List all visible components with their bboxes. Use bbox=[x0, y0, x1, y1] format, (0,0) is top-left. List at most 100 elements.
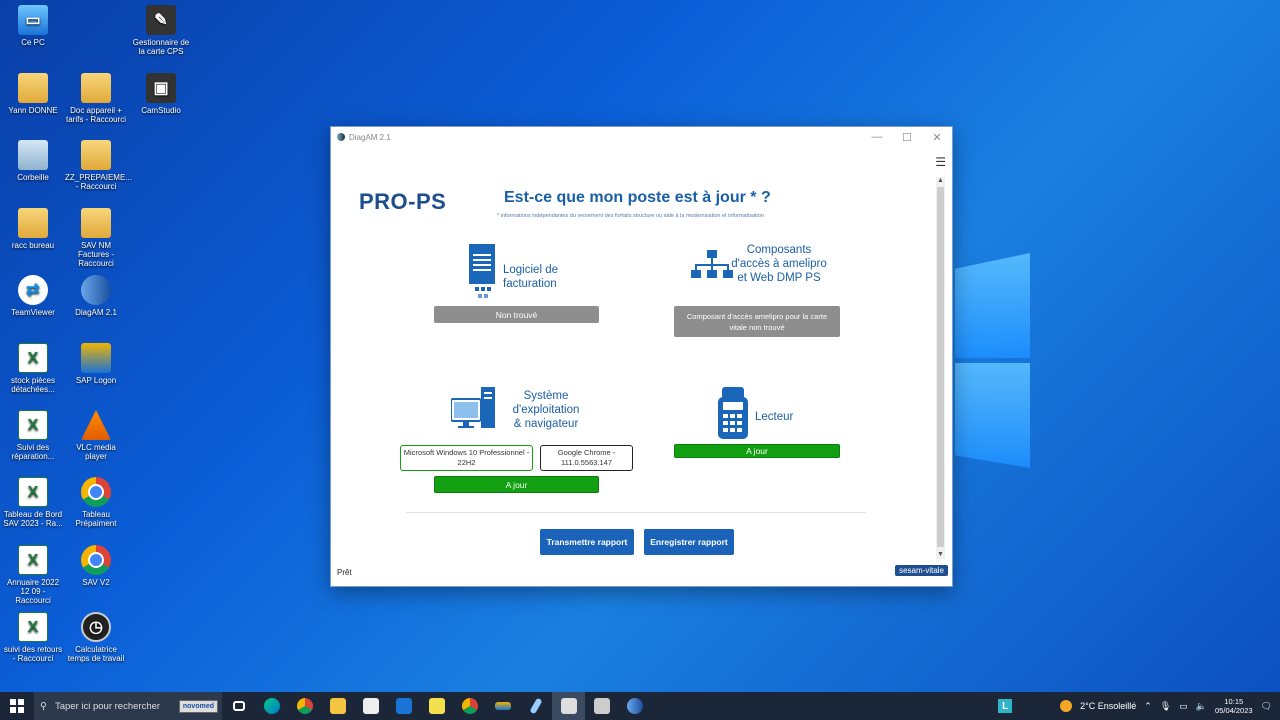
windows-start-icon bbox=[10, 699, 24, 713]
vertical-scrollbar[interactable]: ▲ ▼ bbox=[936, 177, 945, 559]
desktop-icon-suivi-retours[interactable]: Xsuivi des retours - Raccourci bbox=[2, 612, 64, 663]
clock[interactable]: 10:15 05/04/2023 bbox=[1215, 697, 1253, 715]
network-icon[interactable]: ▭ bbox=[1179, 701, 1188, 712]
diagam-icon bbox=[81, 275, 111, 305]
desktop-icon-sav-v2[interactable]: SAV V2 bbox=[65, 545, 127, 587]
title-bar[interactable]: DiagAM 2.1 — ☐ ✕ bbox=[331, 127, 952, 147]
mail-icon[interactable] bbox=[387, 692, 420, 720]
chrome-taskbar-icon[interactable] bbox=[288, 692, 321, 720]
components-status-badge: Composant d'accès amelipro pour la carte… bbox=[674, 306, 840, 337]
diagam-taskbar-icon[interactable] bbox=[618, 692, 651, 720]
desktop-icon-suivi[interactable]: X Suivi des réparation... bbox=[2, 410, 64, 461]
search-icon: ⚲ bbox=[40, 700, 47, 712]
desktop-icon-user[interactable]: Yann DONNE bbox=[2, 73, 64, 115]
billing-software-icon bbox=[469, 244, 495, 298]
weather-text[interactable]: 2°C Ensoleillé bbox=[1080, 701, 1136, 711]
system-status-badge: A jour bbox=[434, 476, 599, 493]
scroll-thumb[interactable] bbox=[937, 187, 944, 547]
desktop-icon-vlc[interactable]: VLC media player bbox=[65, 410, 127, 461]
desktop-icon-annuaire[interactable]: X Annuaire 2022 12 09 - Raccourci bbox=[2, 545, 64, 605]
pc-icon: ▭ bbox=[18, 5, 48, 35]
microphone-icon[interactable]: 🎙 bbox=[1160, 701, 1171, 712]
windows-wallpaper-logo bbox=[955, 253, 1030, 468]
novomed-button[interactable]: novomed bbox=[178, 699, 218, 713]
weather-sun-icon bbox=[1060, 700, 1073, 712]
pro-ps-logo: PRO-PS bbox=[359, 189, 447, 214]
desktop-icon-cps[interactable]: ✎ Gestionnaire de la carte CPS bbox=[130, 5, 192, 56]
card-reader-icon bbox=[718, 387, 748, 439]
chrome-taskbar-icon-2[interactable] bbox=[453, 692, 486, 720]
sap-taskbar-icon[interactable] bbox=[486, 692, 519, 720]
sap-icon bbox=[81, 343, 111, 373]
desktop-icon-teamviewer[interactable]: ⇄ TeamViewer bbox=[2, 275, 64, 317]
save-report-button[interactable]: Enregistrer rapport bbox=[644, 529, 734, 555]
calculator-icon[interactable] bbox=[585, 692, 618, 720]
excel-icon: X bbox=[18, 410, 48, 440]
desktop-icon-stock[interactable]: Xstock pièces détachées... bbox=[2, 343, 64, 394]
desktop-icon-racc[interactable]: racc bureau bbox=[2, 208, 64, 250]
taskbar-search[interactable]: ⚲ Taper ici pour rechercher novomed bbox=[34, 692, 222, 720]
os-info-box: Microsoft Windows 10 Professionnel - 22H… bbox=[400, 445, 533, 471]
desktop-icon-tableau-bord[interactable]: X Tableau de Bord SAV 2023 - Ra... bbox=[2, 477, 64, 528]
transmit-report-button[interactable]: Transmettre rapport bbox=[540, 529, 634, 555]
desktop-icon-sav-nm[interactable]: SAV NM Factures - Raccourci bbox=[65, 208, 127, 268]
folder-icon bbox=[81, 208, 111, 238]
divider bbox=[406, 512, 866, 513]
sticky-notes-icon[interactable] bbox=[420, 692, 453, 720]
folder-icon bbox=[18, 208, 48, 238]
chevron-up-icon[interactable]: ⌃ bbox=[1144, 701, 1152, 712]
file-explorer-icon[interactable] bbox=[321, 692, 354, 720]
page-footnote: * informations indépendantes du versemen… bbox=[497, 213, 764, 219]
close-button[interactable]: ✕ bbox=[922, 127, 952, 147]
billing-label: Logiciel de facturation bbox=[503, 264, 558, 290]
clock-icon: ◷ bbox=[81, 612, 111, 642]
scroll-down-icon[interactable]: ▼ bbox=[936, 551, 945, 561]
store-icon[interactable] bbox=[354, 692, 387, 720]
minimize-button[interactable]: — bbox=[862, 127, 892, 147]
desktop-icon-sap[interactable]: SAP Logon bbox=[65, 343, 127, 385]
system-label: Système d'exploitation & navigateur bbox=[512, 390, 580, 430]
system-tray: L 2°C Ensoleillé ⌃ 🎙 ▭ 🔈 10:15 05/04/202… bbox=[998, 697, 1280, 715]
excel-icon: X bbox=[18, 612, 48, 642]
desktop-icon-calculatrice[interactable]: ◷ Calculatrice temps de travail bbox=[65, 612, 127, 663]
window-title: DiagAM 2.1 bbox=[349, 132, 391, 142]
billing-status-badge: Non trouvé bbox=[434, 306, 599, 323]
volume-icon[interactable]: 🔈 bbox=[1196, 701, 1207, 712]
edge-icon[interactable] bbox=[255, 692, 288, 720]
desktop-icon-diagam[interactable]: DiagAM 2.1 bbox=[65, 275, 127, 317]
start-button[interactable] bbox=[0, 692, 34, 720]
l-app-icon[interactable]: L bbox=[998, 699, 1013, 713]
search-input[interactable]: Taper ici pour rechercher bbox=[55, 701, 160, 712]
hamburger-menu-icon[interactable]: ☰ bbox=[935, 155, 946, 169]
chrome-icon bbox=[81, 477, 111, 507]
diagam-app-icon bbox=[337, 133, 345, 141]
notification-icon[interactable]: 🗨 bbox=[1261, 701, 1272, 712]
desktop-icon-camstudio[interactable]: ▣ CamStudio bbox=[130, 73, 192, 115]
excel-icon: X bbox=[18, 343, 48, 373]
taskbar: ⚲ Taper ici pour rechercher novomed L 2°… bbox=[0, 692, 1280, 720]
scroll-up-icon[interactable]: ▲ bbox=[936, 177, 945, 187]
folder-icon bbox=[81, 140, 111, 170]
recycle-bin-icon bbox=[18, 140, 48, 170]
excel-icon: X bbox=[18, 545, 48, 575]
teamviewer-icon: ⇄ bbox=[18, 275, 48, 305]
folder-icon bbox=[81, 73, 111, 103]
vlc-icon bbox=[81, 410, 111, 440]
browser-info-box: Google Chrome - 111.0.5563.147 bbox=[540, 445, 633, 471]
diagam-window: DiagAM 2.1 — ☐ ✕ ☰ ▲ ▼ PRO-PS Est-ce que… bbox=[330, 126, 953, 587]
excel-icon: X bbox=[18, 477, 48, 507]
desktop-icon-doc[interactable]: Doc appareil + tarifs - Raccourci bbox=[65, 73, 127, 124]
desktop-icon-ce-pc[interactable]: ▭ Ce PC bbox=[2, 5, 64, 47]
chrome-icon bbox=[81, 545, 111, 575]
status-text: Prêt bbox=[337, 568, 352, 577]
task-view-icon[interactable] bbox=[222, 692, 255, 720]
reader-status-badge: A jour bbox=[674, 444, 840, 458]
desktop-icon-zz[interactable]: ZZ_PREPAIEME... - Raccourci bbox=[65, 140, 132, 191]
cps-manager-icon: ✎ bbox=[146, 5, 176, 35]
pen-icon[interactable] bbox=[519, 692, 552, 720]
camstudio-taskbar-icon[interactable] bbox=[552, 692, 585, 720]
sesam-vitale-logo: sesam-vitale bbox=[895, 565, 948, 576]
maximize-button[interactable]: ☐ bbox=[892, 127, 922, 147]
desktop-icon-tableau-prepaiment[interactable]: Tableau Prépaiment bbox=[65, 477, 127, 528]
desktop-icon-bin[interactable]: Corbeille bbox=[2, 140, 64, 182]
